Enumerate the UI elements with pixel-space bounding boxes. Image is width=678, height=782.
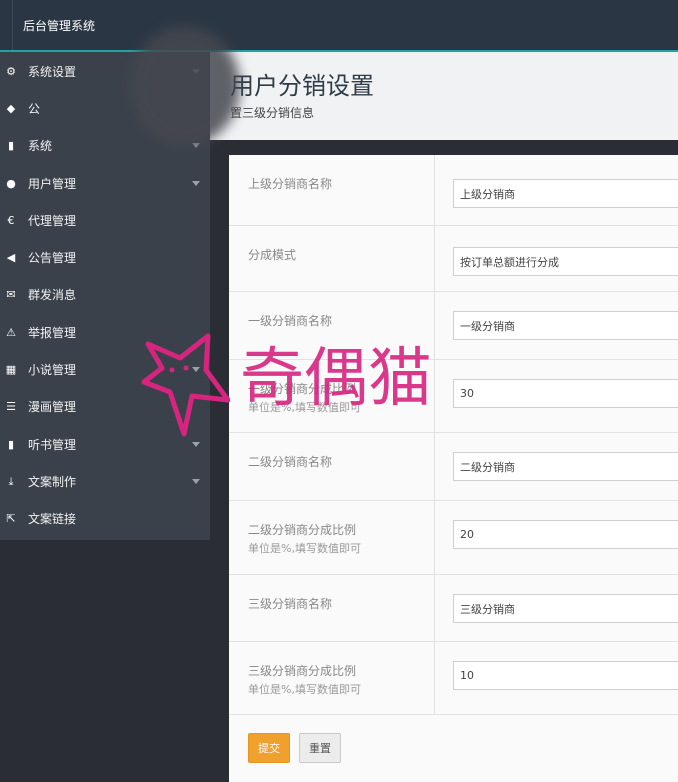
form-row: 分成模式 xyxy=(229,226,678,292)
user-icon: ● xyxy=(6,177,16,190)
download-icon: ⤓ xyxy=(8,474,14,488)
sidebar-item-agents[interactable]: € 代理管理 xyxy=(0,202,210,239)
main-content: 用户分销设置 置三级分销信息 上级分销商名称 分成模式 一级分销商名称 xyxy=(210,52,678,782)
sidebar-item-label: 小说管理 xyxy=(28,363,77,377)
sidebar-item-label: 文案制作 xyxy=(28,475,77,489)
sidebar-empty-area xyxy=(0,540,210,782)
sidebar-item-label: 系统设置 xyxy=(28,65,77,79)
field-hint: 单位是%,填写数值即可 xyxy=(248,401,361,414)
field-label-text: 上级分销商名称 xyxy=(248,177,333,191)
gear-icon: ⚙ xyxy=(6,65,16,78)
split-mode-input[interactable] xyxy=(453,247,678,276)
sidebar-item-label: 漫画管理 xyxy=(28,400,77,414)
field-label-text: 分成模式 xyxy=(248,248,297,262)
app-title[interactable]: 后台管理系统 xyxy=(12,0,95,50)
field-label-text: 二级分销商名称 xyxy=(248,455,333,469)
sidebar-item-users[interactable]: ● 用户管理 xyxy=(0,165,210,202)
chevron-down-icon xyxy=(192,479,200,484)
euro-icon: € xyxy=(7,214,15,227)
field-label-text: 三级分销商分成比例 xyxy=(248,664,357,678)
field-label: 二级分销商名称 xyxy=(229,433,435,500)
sidebar-item-mass-message[interactable]: ✉ 群发消息 xyxy=(0,276,210,313)
sidebar-item-novels[interactable]: ▦ 小说管理 xyxy=(0,351,210,388)
form-row: 上级分销商名称 xyxy=(229,155,678,226)
top-bar: 后台管理系统 xyxy=(0,0,678,52)
sidebar-item-comics[interactable]: ☰ 漫画管理 xyxy=(0,388,210,425)
field-label: 三级分销商分成比例 单位是%,填写数值即可 xyxy=(229,642,435,714)
level1-distributor-name-input[interactable] xyxy=(453,311,678,340)
bar-chart-icon: ▮ xyxy=(7,139,15,152)
warning-icon: ⚠ xyxy=(6,326,16,339)
sidebar-item-copy-links[interactable]: ⇱ 文案链接 xyxy=(0,500,210,537)
field-label: 三级分销商名称 xyxy=(229,575,435,641)
level3-distributor-name-input[interactable] xyxy=(453,594,678,623)
chevron-down-icon xyxy=(192,181,200,186)
sidebar-item-label: 代理管理 xyxy=(28,214,77,228)
sidebar-item-copywriting[interactable]: ⤓ 文案制作 xyxy=(0,463,210,500)
form-row: 二级分销商名称 xyxy=(229,433,678,501)
form-row: 三级分销商名称 xyxy=(229,575,678,642)
page-subtitle: 置三级分销信息 xyxy=(230,106,315,120)
sidebar-item-reports[interactable]: ⚠ 举报管理 xyxy=(0,314,210,351)
sidebar-item-label: 群发消息 xyxy=(28,288,77,302)
page-title: 用户分销设置 xyxy=(230,72,374,100)
field-label-text: 一级分销商名称 xyxy=(248,314,333,328)
form-row: 三级分销商分成比例 单位是%,填写数值即可 xyxy=(229,642,678,715)
field-label: 分成模式 xyxy=(229,226,435,291)
sidebar: ⚙ 系统设置 ◆ 公 ▮ 系统 ● 用户管理 € 代理管理 ◀ 公告管理 ✉ 群… xyxy=(0,52,210,782)
blur-overlay xyxy=(130,26,240,146)
submit-button[interactable]: 提交 xyxy=(248,733,290,763)
sidebar-item-label: 公 xyxy=(28,102,41,116)
megaphone-icon: ◀ xyxy=(6,251,16,264)
upper-distributor-name-input[interactable] xyxy=(453,179,678,208)
distribution-settings-form: 上级分销商名称 分成模式 一级分销商名称 一级分销商分成比例 单位是%,填写数值… xyxy=(229,155,678,782)
chevron-down-icon xyxy=(192,442,200,447)
grid-icon: ▦ xyxy=(5,363,17,376)
form-row: 一级分销商名称 xyxy=(229,292,678,360)
share-icon: ⇱ xyxy=(6,512,16,525)
field-label: 二级分销商分成比例 单位是%,填写数值即可 xyxy=(229,501,435,574)
form-row: 二级分销商分成比例 单位是%,填写数值即可 xyxy=(229,501,678,575)
tag-icon: ◆ xyxy=(6,102,16,115)
level1-ratio-input[interactable] xyxy=(453,379,678,408)
chevron-down-icon xyxy=(192,367,200,372)
field-hint: 单位是%,填写数值即可 xyxy=(248,542,361,555)
sidebar-item-notices[interactable]: ◀ 公告管理 xyxy=(0,239,210,276)
field-label-text: 三级分销商名称 xyxy=(248,597,333,611)
list-icon: ☰ xyxy=(6,400,16,413)
field-label: 一级分销商名称 xyxy=(229,292,435,359)
sidebar-item-label: 公告管理 xyxy=(28,251,77,265)
equalizer-icon: ▮ xyxy=(7,438,15,451)
field-label-text: 二级分销商分成比例 xyxy=(248,523,357,537)
form-row: 一级分销商分成比例 单位是%,填写数值即可 xyxy=(229,360,678,433)
reset-button[interactable]: 重置 xyxy=(299,733,341,763)
envelope-icon: ✉ xyxy=(6,288,16,301)
level3-ratio-input[interactable] xyxy=(453,661,678,690)
field-hint: 单位是%,填写数值即可 xyxy=(248,683,361,696)
sidebar-item-label: 系统 xyxy=(28,139,53,153)
sidebar-item-label: 用户管理 xyxy=(28,177,77,191)
level2-ratio-input[interactable] xyxy=(453,520,678,549)
sidebar-item-label: 听书管理 xyxy=(28,438,77,452)
level2-distributor-name-input[interactable] xyxy=(453,452,678,481)
field-label: 一级分销商分成比例 单位是%,填写数值即可 xyxy=(229,360,435,432)
field-label-text: 一级分销商分成比例 xyxy=(248,382,357,396)
sidebar-item-audiobooks[interactable]: ▮ 听书管理 xyxy=(0,426,210,463)
sidebar-item-label: 举报管理 xyxy=(28,326,77,340)
sidebar-item-label: 文案链接 xyxy=(28,512,77,526)
field-label: 上级分销商名称 xyxy=(229,155,435,225)
